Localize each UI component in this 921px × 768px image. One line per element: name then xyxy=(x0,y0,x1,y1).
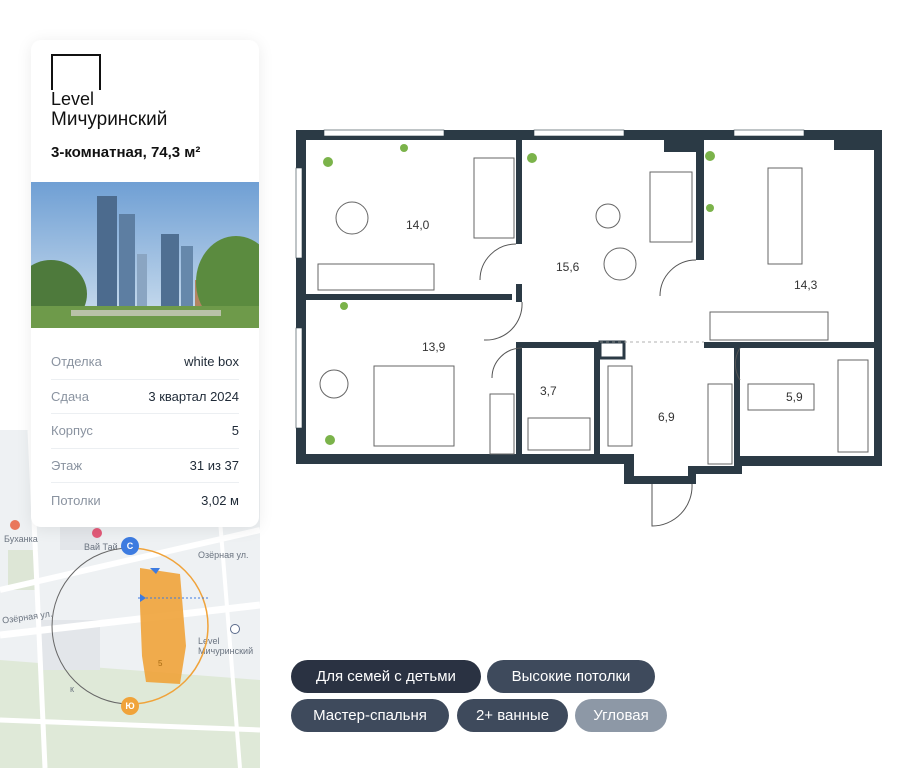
logo-mark-icon xyxy=(51,54,101,90)
pin-icon xyxy=(230,624,240,634)
listing-page: Буханка Вай Тай Озёрная ул. Озёрная ул. … xyxy=(0,0,921,768)
towers-illustration xyxy=(31,182,259,328)
floor-plan[interactable]: 14,0 15,6 14,3 13,9 3,7 6,9 5,9 xyxy=(294,128,884,528)
pin-icon xyxy=(92,528,102,538)
detail-key: Корпус xyxy=(51,423,93,439)
brand-name: Level xyxy=(51,89,95,109)
south-badge: Ю xyxy=(121,697,139,715)
apartment-card: Level Мичуринский 3-комнатная, 74,3 м² О… xyxy=(31,40,259,527)
north-badge: С xyxy=(121,537,139,555)
detail-value: 5 xyxy=(231,423,239,439)
map-label-bakery: Буханка xyxy=(4,534,38,544)
brand-logo xyxy=(51,54,101,90)
detail-row-ceilings: Потолки 3,02 м xyxy=(51,483,239,518)
detail-key: Этаж xyxy=(51,457,83,473)
room-area-hall: 6,9 xyxy=(658,410,675,424)
room-area-bedroom-1: 14,0 xyxy=(406,218,430,232)
detail-value: 3,02 м xyxy=(201,492,239,508)
tag-high-ceilings[interactable]: Высокие потолки xyxy=(487,660,655,693)
compass-circle: 5 xyxy=(51,547,210,705)
detail-key: Потолки xyxy=(51,492,101,508)
details-list: Отделка white box Сдача 3 квартал 2024 К… xyxy=(51,345,239,518)
room-area-kitchen: 14,3 xyxy=(794,278,818,292)
tag-two-bathrooms[interactable]: 2+ ванные xyxy=(457,699,568,732)
tag-corner[interactable]: Угловая xyxy=(575,699,667,732)
room-area-bathroom-2: 5,9 xyxy=(786,390,803,404)
pin-icon xyxy=(10,520,20,530)
project-name: Мичуринский xyxy=(51,109,168,130)
detail-row-building: Корпус 5 xyxy=(51,414,239,449)
compass: 5 С Ю xyxy=(50,537,210,715)
detail-key: Сдача xyxy=(51,388,89,404)
detail-row-floor: Этаж 31 из 37 xyxy=(51,449,239,483)
detail-value: 3 квартал 2024 xyxy=(148,388,239,404)
apartment-title: 3-комнатная, 74,3 м² xyxy=(51,144,201,161)
detail-row-finish: Отделка white box xyxy=(51,345,239,380)
detail-key: Отделка xyxy=(51,354,102,370)
room-area-master-bedroom: 13,9 xyxy=(422,340,446,354)
detail-value: white box xyxy=(184,354,239,370)
complex-photo[interactable] xyxy=(31,182,259,328)
room-area-bathroom-1: 3,7 xyxy=(540,384,557,398)
room-area-living: 15,6 xyxy=(556,260,580,274)
detail-row-delivery: Сдача 3 квартал 2024 xyxy=(51,380,239,414)
building-number: 5 xyxy=(158,659,163,668)
tag-master-bedroom[interactable]: Мастер-спальня xyxy=(291,699,449,732)
tag-families[interactable]: Для семей с детьми xyxy=(291,660,481,693)
detail-value: 31 из 37 xyxy=(189,457,239,473)
floor-plan-drawing xyxy=(295,129,882,527)
